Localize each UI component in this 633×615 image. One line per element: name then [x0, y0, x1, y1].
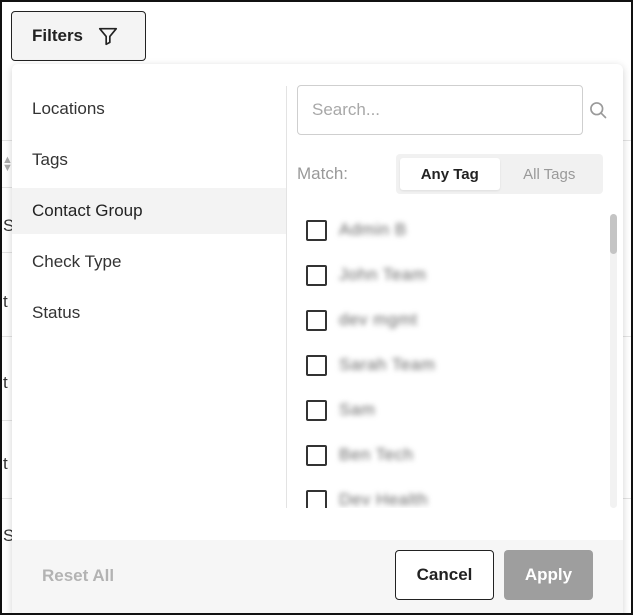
filter-dropdown-panel: Locations Tags Contact Group Check Type …: [12, 64, 623, 613]
checkbox[interactable]: [306, 444, 327, 466]
list-item[interactable]: Sarah Team: [306, 353, 435, 377]
menu-item-contact-group[interactable]: Contact Group: [12, 188, 286, 234]
list-item[interactable]: Admin B: [306, 218, 407, 242]
menu-item-label: Check Type: [32, 252, 122, 271]
filter-category-menu: Locations Tags Contact Group Check Type …: [12, 86, 286, 341]
scrollbar-track[interactable]: [610, 214, 617, 508]
list-item-label: Dev Health: [339, 490, 429, 508]
filters-button-label: Filters: [32, 26, 84, 45]
cancel-button[interactable]: Cancel: [395, 550, 494, 600]
list-item[interactable]: dev mgmt: [306, 308, 418, 332]
checkbox[interactable]: [306, 399, 327, 421]
checkbox[interactable]: [306, 309, 327, 331]
checkbox[interactable]: [306, 489, 327, 508]
checkbox[interactable]: [306, 219, 327, 241]
bg-row-divider: [622, 336, 631, 337]
match-label: Match:: [297, 164, 349, 183]
checkbox[interactable]: [306, 354, 327, 376]
panel-footer: Reset All Cancel Apply: [12, 540, 623, 613]
menu-item-label: Contact Group: [32, 201, 143, 220]
search-icon[interactable]: [588, 100, 608, 120]
bg-row-divider: [622, 140, 631, 141]
list-item-label: Ben Tech: [339, 445, 414, 464]
bg-cell-text: t: [3, 373, 8, 392]
menu-item-label: Locations: [32, 99, 105, 118]
list-item[interactable]: Ben Tech: [306, 443, 414, 467]
menu-item-check-type[interactable]: Check Type: [12, 239, 286, 285]
reset-all-button[interactable]: Reset All: [42, 566, 114, 586]
screenshot-frame: ▲ ▼ S t t t S Filters Locations Tags Con…: [0, 0, 633, 615]
list-item[interactable]: Dev Health: [306, 488, 428, 508]
menu-item-label: Status: [32, 303, 81, 322]
bg-cell-text: t: [3, 292, 8, 311]
apply-button[interactable]: Apply: [504, 550, 593, 600]
contact-group-list: Admin B John Team dev mgmt Sarah Team Sa…: [297, 210, 617, 508]
menu-item-status[interactable]: Status: [12, 290, 286, 336]
list-item-label: dev mgmt: [339, 310, 418, 329]
menu-item-locations[interactable]: Locations: [12, 86, 286, 132]
list-item-label: John Team: [339, 265, 427, 284]
checkbox[interactable]: [306, 264, 327, 286]
list-item[interactable]: Sam: [306, 398, 375, 422]
match-toggle: Any Tag All Tags: [396, 154, 603, 194]
menu-item-label: Tags: [32, 150, 68, 169]
search-input[interactable]: [297, 85, 583, 135]
bg-row-divider: [622, 498, 631, 499]
filters-button[interactable]: Filters: [11, 11, 146, 61]
panel-divider: [286, 86, 287, 508]
list-item-label: Sarah Team: [339, 355, 436, 374]
match-option-any-tag[interactable]: Any Tag: [400, 158, 500, 190]
menu-item-tags[interactable]: Tags: [12, 137, 286, 183]
funnel-icon: [98, 27, 118, 46]
scrollbar-thumb[interactable]: [610, 214, 617, 254]
list-item-label: Admin B: [339, 220, 407, 239]
bg-cell-text: t: [3, 454, 8, 473]
list-item[interactable]: John Team: [306, 263, 426, 287]
list-item-label: Sam: [339, 400, 376, 419]
match-option-all-tags[interactable]: All Tags: [500, 158, 600, 190]
